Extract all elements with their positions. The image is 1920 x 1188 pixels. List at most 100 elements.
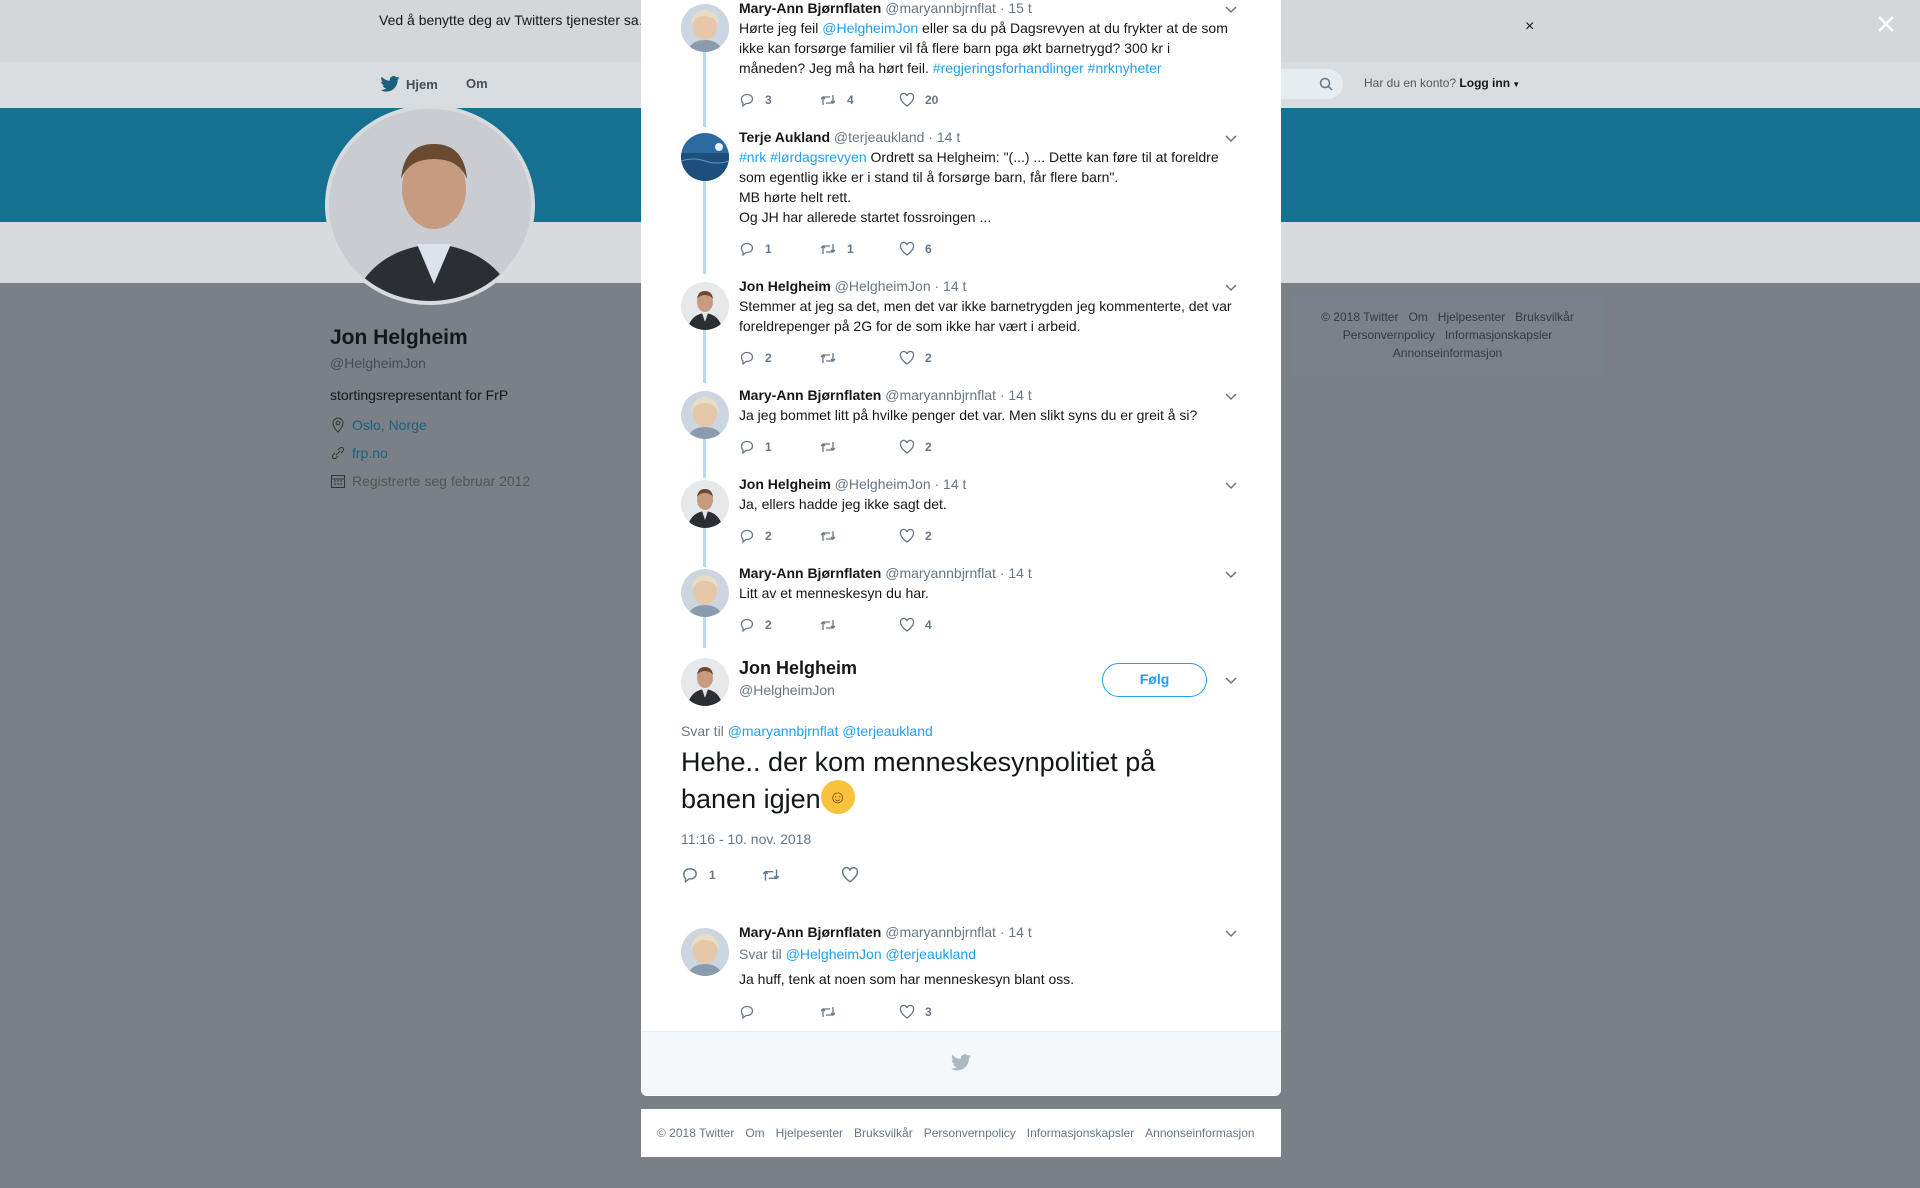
reply-icon xyxy=(740,440,754,455)
follow-button[interactable]: Følg xyxy=(1102,663,1207,697)
chevron-down-icon[interactable] xyxy=(1224,926,1238,940)
tweet-author[interactable]: Jon Helgheim xyxy=(739,476,831,492)
reply-mentions[interactable]: @maryannbjrnflat @terjeaukland xyxy=(728,723,933,739)
retweet-button[interactable] xyxy=(819,1004,899,1020)
hashtag-link[interactable]: #regjeringsforhandlinger #nrknyheter xyxy=(933,60,1162,76)
tweet-time[interactable]: · 14 t xyxy=(928,129,960,145)
sidebar-footer-privacy[interactable]: Personvernpolicy xyxy=(1343,328,1435,342)
location-text[interactable]: Oslo, Norge xyxy=(352,417,427,433)
profile-name[interactable]: Jon Helgheim xyxy=(330,326,468,350)
sidebar-footer-terms[interactable]: Bruksvilkår xyxy=(1515,310,1574,324)
login-button[interactable]: Logg inn xyxy=(1459,76,1510,90)
avatar[interactable] xyxy=(681,4,729,52)
tweet-time[interactable]: · 14 t xyxy=(1000,924,1032,940)
retweet-button[interactable] xyxy=(819,528,899,544)
tweet-author[interactable]: Mary-Ann Bjørnflaten xyxy=(739,565,881,581)
reply-button[interactable]: 2 xyxy=(739,528,819,544)
avatar[interactable] xyxy=(681,282,729,330)
footer-ads[interactable]: Annonseinformasjon xyxy=(1145,1126,1254,1140)
tweet-author[interactable]: Terje Aukland xyxy=(739,129,830,145)
heart-icon xyxy=(899,92,915,107)
like-button[interactable]: 2 xyxy=(899,350,979,366)
chevron-down-icon[interactable] xyxy=(1224,280,1238,294)
avatar[interactable] xyxy=(681,569,729,617)
reply-button[interactable]: 2 xyxy=(739,350,819,366)
reply-button[interactable]: 1 xyxy=(739,241,819,257)
retweet-button[interactable]: 1 xyxy=(819,241,899,257)
tweet-handle[interactable]: @maryannbjrnflat xyxy=(885,387,996,403)
reply-button[interactable]: 1 xyxy=(681,866,761,884)
retweet-button[interactable] xyxy=(819,439,899,455)
chevron-down-icon[interactable] xyxy=(1224,2,1238,16)
footer-cookies[interactable]: Informasjonskapsler xyxy=(1027,1126,1134,1140)
tweet-author[interactable]: Mary-Ann Bjørnflaten xyxy=(739,387,881,403)
tweet-time[interactable]: · 15 t xyxy=(1000,0,1032,16)
tweet-handle[interactable]: @HelgheimJon xyxy=(835,476,931,492)
reply-button[interactable]: 1 xyxy=(739,439,819,455)
tweet-handle[interactable]: @maryannbjrnflat xyxy=(885,565,996,581)
sidebar-footer-help[interactable]: Hjelpesenter xyxy=(1438,310,1505,324)
avatar[interactable] xyxy=(681,928,729,976)
profile-avatar[interactable] xyxy=(325,105,535,305)
tweet-handle[interactable]: @maryannbjrnflat xyxy=(885,0,996,16)
profile-handle[interactable]: @HelgheimJon xyxy=(330,355,426,371)
reply-button[interactable]: 3 xyxy=(739,92,819,108)
retweet-button[interactable]: 4 xyxy=(819,92,899,108)
tweet-time[interactable]: · 14 t xyxy=(1000,387,1032,403)
tweet-text: Litt av et menneskesyn du har. xyxy=(739,585,929,601)
nav-home[interactable]: Hjem xyxy=(380,76,438,92)
retweet-button[interactable] xyxy=(819,350,899,366)
avatar[interactable] xyxy=(681,480,729,528)
like-button[interactable]: 20 xyxy=(899,92,979,108)
chevron-down-icon[interactable] xyxy=(1224,567,1238,581)
tweet-actions: 2 4 xyxy=(739,617,979,633)
avatar[interactable] xyxy=(681,391,729,439)
tweet-author[interactable]: Mary-Ann Bjørnflaten xyxy=(739,924,881,940)
tweet-handle[interactable]: @HelgheimJon xyxy=(835,278,931,294)
sidebar-footer-about[interactable]: Om xyxy=(1408,310,1427,324)
main-tweet-author[interactable]: Jon Helgheim xyxy=(739,658,857,679)
main-tweet-avatar[interactable] xyxy=(681,658,729,706)
retweet-button[interactable] xyxy=(761,866,841,884)
chevron-down-icon[interactable] xyxy=(1224,478,1238,492)
tweet-handle[interactable]: @maryannbjrnflat xyxy=(885,924,996,940)
reply-button[interactable] xyxy=(739,1004,819,1020)
reply-mentions[interactable]: @HelgheimJon @terjeaukland xyxy=(786,946,976,962)
tweet-author[interactable]: Mary-Ann Bjørnflaten xyxy=(739,0,881,16)
chevron-down-icon[interactable] xyxy=(1224,389,1238,403)
retweet-button[interactable] xyxy=(819,617,899,633)
chevron-down-icon[interactable] xyxy=(1224,131,1238,145)
like-button[interactable]: 4 xyxy=(899,617,979,633)
cookie-close-button[interactable]: × xyxy=(1525,18,1534,36)
tweet-time[interactable]: · 14 t xyxy=(1000,565,1032,581)
nav-about[interactable]: Om xyxy=(466,76,488,91)
mention-link[interactable]: @HelgheimJon xyxy=(822,20,918,36)
close-icon[interactable] xyxy=(1876,14,1896,34)
tweet-handle[interactable]: @terjeaukland xyxy=(834,129,925,145)
tweet-time[interactable]: · 14 t xyxy=(935,278,967,294)
tweet-time[interactable]: · 14 t xyxy=(935,476,967,492)
reply-icon xyxy=(740,351,754,366)
sidebar-footer-cookies[interactable]: Informasjonskapsler xyxy=(1445,328,1552,342)
main-tweet-text-body: Hehe.. der kom menneskesynpolitiet på ba… xyxy=(681,747,1156,814)
footer-about[interactable]: Om xyxy=(745,1126,764,1140)
url-text[interactable]: frp.no xyxy=(352,445,388,461)
sidebar-footer-ads[interactable]: Annonseinformasjon xyxy=(1393,346,1502,360)
like-button[interactable]: 3 xyxy=(899,1004,979,1020)
like-button[interactable] xyxy=(841,866,921,884)
footer-help[interactable]: Hjelpesenter xyxy=(776,1126,843,1140)
like-button[interactable]: 6 xyxy=(899,241,979,257)
profile-url[interactable]: frp.no xyxy=(330,445,388,461)
like-button[interactable]: 2 xyxy=(899,528,979,544)
profile-location[interactable]: Oslo, Norge xyxy=(330,417,427,433)
reply-button[interactable]: 2 xyxy=(739,617,819,633)
footer-terms[interactable]: Bruksvilkår xyxy=(854,1126,913,1140)
like-button[interactable]: 2 xyxy=(899,439,979,455)
avatar[interactable] xyxy=(681,133,729,181)
chevron-down-icon[interactable] xyxy=(1224,673,1238,687)
main-tweet-handle[interactable]: @HelgheimJon xyxy=(739,682,835,698)
tweet-author[interactable]: Jon Helgheim xyxy=(739,278,831,294)
footer-privacy[interactable]: Personvernpolicy xyxy=(924,1126,1016,1140)
main-tweet-timestamp[interactable]: 11:16 - 10. nov. 2018 xyxy=(681,831,811,847)
hashtag-link[interactable]: #nrk #lørdagsrevyen xyxy=(739,149,867,165)
